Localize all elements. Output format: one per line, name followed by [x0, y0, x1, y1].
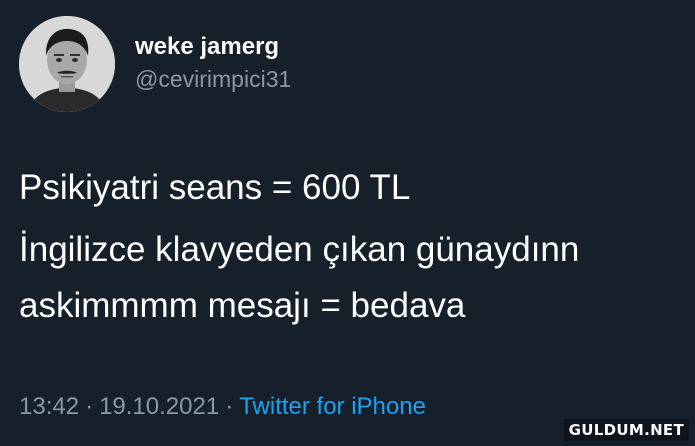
tweet-date[interactable]: 19.10.2021 [99, 393, 219, 420]
tweet-line-2-part-2: askimmmm mesajı = bedava [19, 286, 466, 325]
user-handle[interactable]: @cevirimpici31 [135, 66, 291, 93]
tweet-text: Psikiyatri seans = 600 TL İngilizce klav… [19, 160, 684, 334]
tweet-line-2-part-1: İngilizce klavyeden çıkan günaydınn [19, 230, 580, 269]
tweet-card: weke jamerg @cevirimpici31 Psikiyatri se… [0, 0, 695, 446]
display-name[interactable]: weke jamerg [135, 33, 291, 61]
tweet-source-link[interactable]: Twitter for iPhone [239, 393, 426, 420]
tweet-time[interactable]: 13:42 [19, 393, 79, 420]
avatar[interactable] [19, 16, 115, 112]
tweet-line-1: Psikiyatri seans = 600 TL [19, 168, 411, 207]
watermark: GULDUM.NET [563, 419, 689, 441]
meta-separator: · [85, 393, 94, 420]
tweet-line-2: İngilizce klavyeden çıkan günaydınn askim… [19, 222, 684, 334]
profile-photo-icon [19, 16, 115, 112]
user-info: weke jamerg @cevirimpici31 [135, 33, 291, 93]
tweet-metadata: 13:42 · 19.10.2021 · Twitter for iPhone [19, 391, 426, 423]
meta-separator: · [225, 393, 234, 420]
